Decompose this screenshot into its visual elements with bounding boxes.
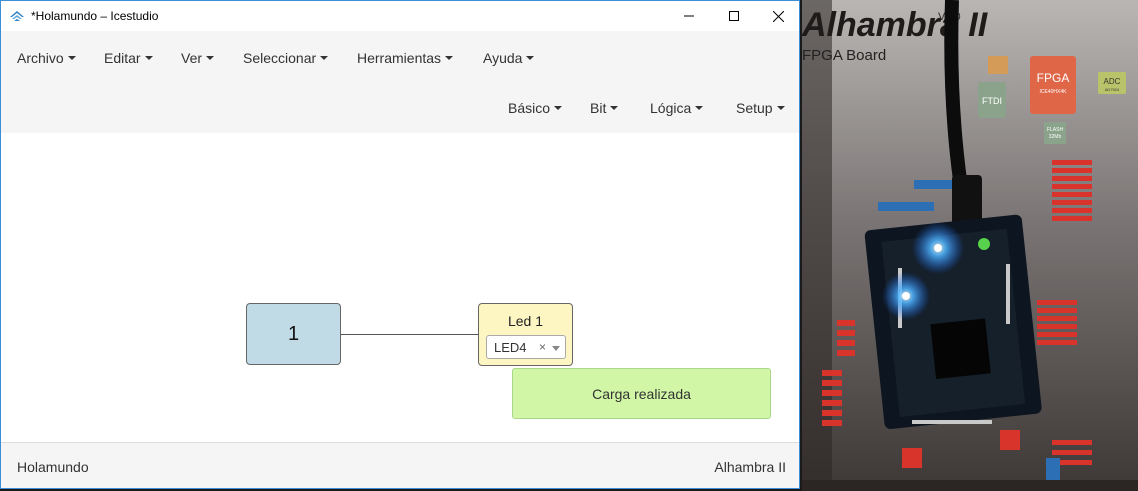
menu-label: Ver [181,50,203,66]
wire[interactable] [341,334,479,335]
poster-fpga-chip: ICE40HX4K [1040,89,1068,95]
caret-down-icon [776,106,785,110]
board-name[interactable]: Alhambra II [714,459,786,475]
menu-setup[interactable]: Setup [736,100,785,116]
icestudio-window: *Holamundo – Icestudio Archivo Editar Ve… [0,0,800,489]
icestudio-logo-icon [10,11,24,21]
caret-down-icon [206,56,215,60]
notification-text: Carga realizada [592,385,691,402]
maximize-button[interactable] [711,1,757,31]
menu-label: Seleccionar [243,50,317,66]
caret-down-icon [554,106,563,110]
menu-logica[interactable]: Lógica [650,100,704,116]
menu-bit[interactable]: Bit [590,100,619,116]
poster-flash-size: 32Mb [1049,134,1062,140]
window-title: *Holamundo – Icestudio [31,9,159,23]
menu-label: Bit [590,100,607,116]
menu-ayuda[interactable]: Ayuda [483,50,535,66]
led-output-block[interactable]: Led 1 LED4 × [478,303,573,366]
project-name: Holamundo [17,459,89,475]
menu-label: Herramientas [357,50,442,66]
menu-editar[interactable]: Editar [104,50,153,66]
caret-down-icon [526,56,535,60]
poster-title: Alhambra II [802,6,989,44]
pin-select-value: LED4 [494,340,527,355]
menu-label: Archivo [17,50,64,66]
menu-seleccionar[interactable]: Seleccionar [243,50,329,66]
close-icon [772,10,784,22]
menu-label: Editar [104,50,141,66]
dropdown-arrow-icon[interactable] [552,346,560,351]
caret-down-icon [144,56,153,60]
poster-flash-label: FLASH [1047,127,1064,133]
status-bar: Holamundo Alhambra II [1,442,799,488]
minimize-icon [684,15,694,17]
caret-down-icon [320,56,329,60]
menu-ver[interactable]: Ver [181,50,215,66]
upload-success-notification[interactable]: Carga realizada [512,368,771,419]
poster-adc-label: ADC [1104,77,1121,86]
menu-bar: Archivo Editar Ver Seleccionar Herramien… [1,31,799,134]
constant-block[interactable]: 1 [246,303,341,365]
poster-fpga-label: FPGA [1037,71,1070,85]
poster-subtitle: FPGA Board [802,47,886,64]
caret-down-icon [67,56,76,60]
menu-label: Básico [508,100,551,116]
poster-ftdi-label: FTDI [982,96,1002,106]
title-bar: *Holamundo – Icestudio [1,1,799,31]
led-block-title: Led 1 [507,313,544,329]
caret-down-icon [445,56,454,60]
caret-down-icon [695,106,704,110]
maximize-icon [729,11,739,21]
clear-selection-icon[interactable]: × [539,340,546,354]
constant-value: 1 [287,322,300,345]
board-photo: Alhambra II V1.0 FPGA Board FPGA ICE40HX… [802,0,1138,491]
pin-select[interactable]: LED4 × [486,335,566,359]
menu-archivo[interactable]: Archivo [17,50,76,66]
menu-label: Lógica [650,100,692,116]
menu-basico[interactable]: Básico [508,100,563,116]
close-button[interactable] [755,1,799,31]
caret-down-icon [610,106,619,110]
menu-label: Setup [736,100,773,116]
menu-herramientas[interactable]: Herramientas [357,50,454,66]
minimize-button[interactable] [666,1,712,31]
menu-label: Ayuda [483,50,523,66]
poster-adc-chip: AD7924 [1105,87,1120,92]
